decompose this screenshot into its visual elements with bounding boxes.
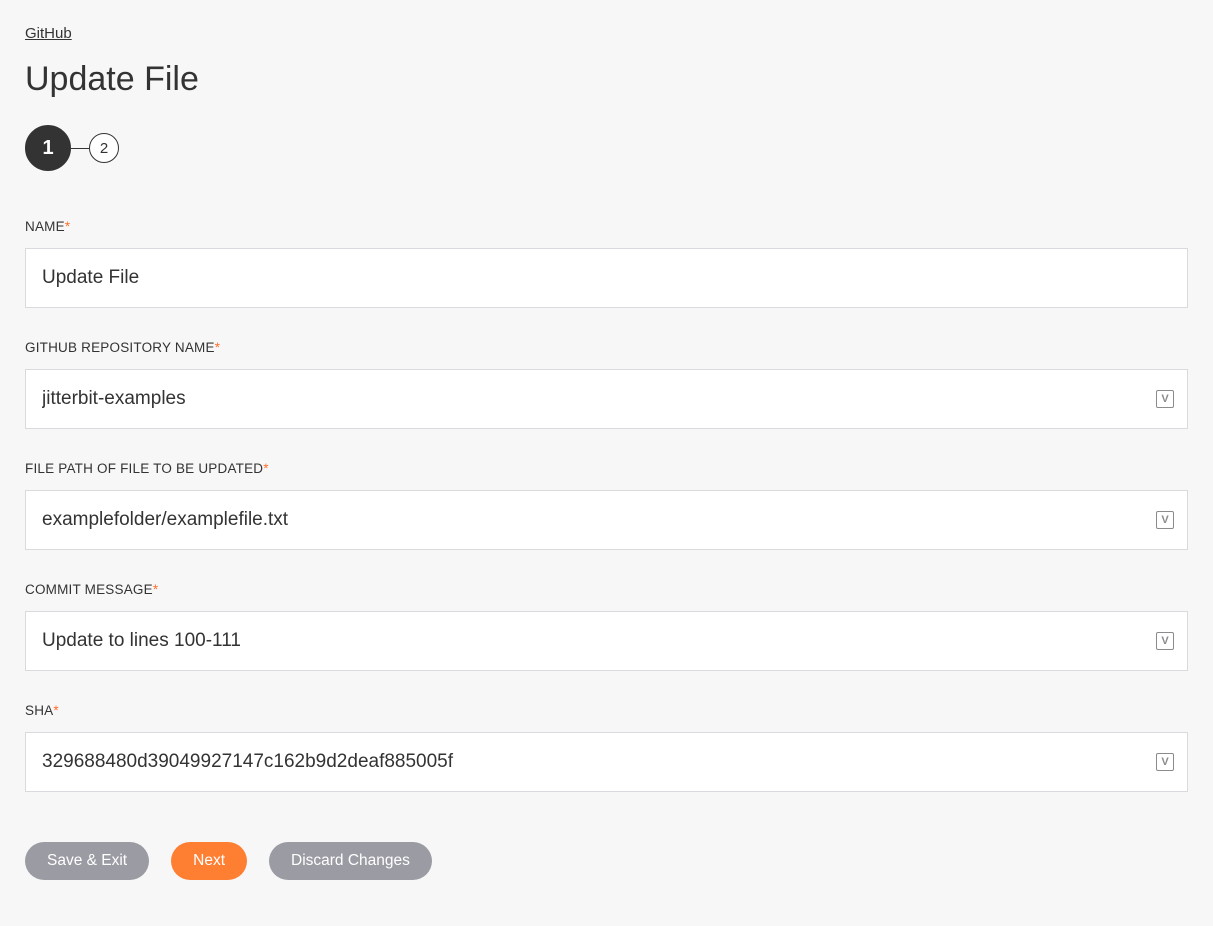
required-marker: *: [153, 582, 158, 597]
save-exit-button[interactable]: Save & Exit: [25, 842, 149, 880]
field-name: NAME*: [25, 219, 1188, 308]
required-marker: *: [53, 703, 58, 718]
field-commit-label: COMMIT MESSAGE*: [25, 582, 1188, 597]
required-marker: *: [65, 219, 70, 234]
step-2[interactable]: 2: [89, 133, 119, 163]
variable-icon[interactable]: V: [1156, 632, 1174, 650]
field-sha: SHA* V: [25, 703, 1188, 792]
field-repo-label: GITHUB REPOSITORY NAME*: [25, 340, 1188, 355]
name-input[interactable]: [25, 248, 1188, 308]
page-title: Update File: [25, 60, 1188, 99]
button-row: Save & Exit Next Discard Changes: [25, 842, 1188, 880]
step-connector: [71, 148, 89, 149]
field-path-label: FILE PATH OF FILE TO BE UPDATED*: [25, 461, 1188, 476]
variable-icon[interactable]: V: [1156, 753, 1174, 771]
field-repo: GITHUB REPOSITORY NAME* V: [25, 340, 1188, 429]
variable-icon[interactable]: V: [1156, 390, 1174, 408]
sha-input[interactable]: [25, 732, 1188, 792]
field-name-label: NAME*: [25, 219, 1188, 234]
step-indicator: 1 2: [25, 125, 1188, 171]
required-marker: *: [263, 461, 268, 476]
step-1[interactable]: 1: [25, 125, 71, 171]
field-path: FILE PATH OF FILE TO BE UPDATED* V: [25, 461, 1188, 550]
variable-icon[interactable]: V: [1156, 511, 1174, 529]
required-marker: *: [215, 340, 220, 355]
discard-changes-button[interactable]: Discard Changes: [269, 842, 432, 880]
field-sha-label: SHA*: [25, 703, 1188, 718]
next-button[interactable]: Next: [171, 842, 247, 880]
breadcrumb-github[interactable]: GitHub: [25, 25, 72, 42]
repo-input[interactable]: [25, 369, 1188, 429]
commit-input[interactable]: [25, 611, 1188, 671]
field-commit: COMMIT MESSAGE* V: [25, 582, 1188, 671]
path-input[interactable]: [25, 490, 1188, 550]
